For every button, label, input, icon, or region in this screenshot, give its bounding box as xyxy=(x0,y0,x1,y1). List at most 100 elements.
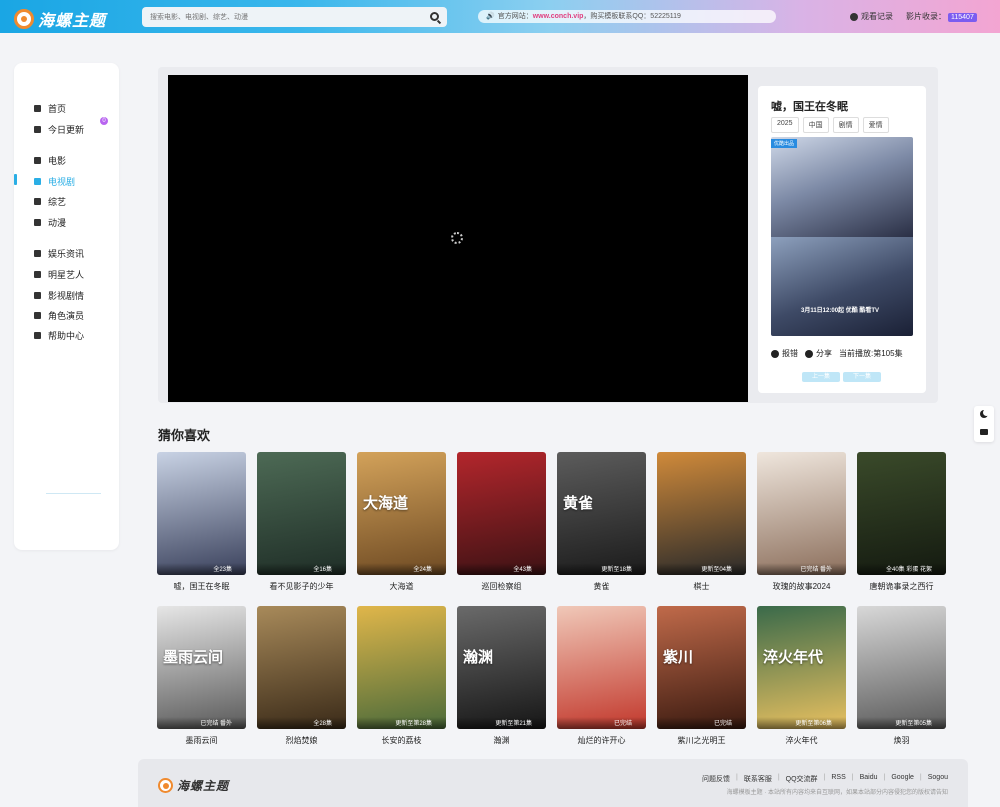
footer-link[interactable]: RSS xyxy=(831,774,845,784)
video-poster[interactable]: 瀚渊 更新至第21集 xyxy=(457,606,546,729)
video-card[interactable]: 已完结 灿烂的许开心 xyxy=(557,606,646,746)
dark-mode-icon[interactable] xyxy=(980,409,990,418)
video-card[interactable]: 瀚渊 更新至第21集 瀚渊 xyxy=(457,606,546,746)
footer-logo-text: 海螺主题 xyxy=(177,779,230,793)
share-button[interactable]: 分享 xyxy=(805,348,832,359)
sidebar-item-home[interactable]: 首页 xyxy=(34,102,66,115)
video-card[interactable]: 全28集烈焰焚娘 xyxy=(257,606,346,746)
episode-status: 全16集 xyxy=(257,563,346,575)
next-episode-button[interactable]: 下一集 xyxy=(843,372,881,382)
video-card[interactable]: 全23集嘘，国王在冬眠 xyxy=(157,452,246,592)
footer-link[interactable]: 联系客服 xyxy=(744,774,772,784)
tag-genre[interactable]: 剧情 xyxy=(832,117,859,133)
video-card[interactable]: 更新至第28集长安的荔枝 xyxy=(357,606,446,746)
video-card[interactable]: 淬火年代 更新至第06集淬火年代 xyxy=(757,606,846,746)
episode-nav: 上一集 下一集 xyxy=(802,372,881,382)
video-poster[interactable]: 已完结 番外 xyxy=(757,452,846,575)
video-title[interactable]: 灿烂的许开心 xyxy=(557,735,646,746)
footer-link[interactable]: Sogou xyxy=(928,774,948,784)
chat-icon[interactable] xyxy=(980,429,988,435)
prev-episode-button[interactable]: 上一集 xyxy=(802,372,840,382)
tag-year[interactable]: 2025 xyxy=(771,117,799,133)
help-icon xyxy=(34,332,41,339)
footer-logo[interactable]: 海螺主题 xyxy=(158,777,229,794)
sidebar-item-news[interactable]: 娱乐资讯 xyxy=(34,247,84,260)
footer-link[interactable]: Google xyxy=(891,774,914,784)
video-card[interactable]: 已完结 番外玫瑰的故事2024 xyxy=(757,452,846,592)
video-title[interactable]: 嘘，国王在冬眠 xyxy=(157,581,246,592)
sidebar-item-label: 首页 xyxy=(48,104,67,114)
video-card[interactable]: 墨雨云间 已完结 番外墨雨云间 xyxy=(157,606,246,746)
poster-title: 瀚渊 xyxy=(463,649,494,666)
video-card[interactable]: 全16集看不见影子的少年 xyxy=(257,452,346,592)
sidebar-item-variety[interactable]: 综艺 xyxy=(34,195,66,208)
video-title[interactable]: 棋士 xyxy=(657,581,746,592)
sidebar-item-anime[interactable]: 动漫 xyxy=(34,216,66,229)
video-card[interactable]: 更新至第05集焕羽 xyxy=(857,606,946,746)
video-title[interactable]: 玫瑰的故事2024 xyxy=(757,581,846,592)
video-poster[interactable]: 全23集 xyxy=(157,452,246,575)
video-title[interactable]: 瀚渊 xyxy=(457,735,546,746)
episode-status: 已完结 xyxy=(657,717,746,729)
video-title[interactable]: 看不见影子的少年 xyxy=(257,581,346,592)
video-poster[interactable]: 黄雀 更新至18集 xyxy=(557,452,646,575)
sidebar-item-today[interactable]: 今日更新 xyxy=(34,123,84,136)
video-title[interactable]: 巡回检察组 xyxy=(457,581,546,592)
site-logo[interactable]: 海螺主题 xyxy=(14,7,106,31)
search-icon[interactable] xyxy=(430,12,439,21)
footer-link[interactable]: 问题反馈 xyxy=(702,774,730,784)
episode-status: 更新至第06集 xyxy=(757,717,846,729)
notice-site-link[interactable]: www.conch.vip xyxy=(533,13,584,20)
separator: | xyxy=(883,774,886,781)
video-title[interactable]: 紫川之光明王 xyxy=(657,735,746,746)
video-title[interactable]: 黄雀 xyxy=(557,581,646,592)
footer-link[interactable]: QQ交流群 xyxy=(786,774,818,784)
video-poster[interactable]: 全16集 xyxy=(257,452,346,575)
sidebar-item-help[interactable]: 帮助中心 xyxy=(34,329,84,342)
video-poster[interactable]: 更新至04集 xyxy=(657,452,746,575)
video-poster[interactable]: 淬火年代 更新至第06集 xyxy=(757,606,846,729)
video-title[interactable]: 淬火年代 xyxy=(757,735,846,746)
sidebar-item-label: 娱乐资讯 xyxy=(48,249,85,259)
film-icon xyxy=(34,157,41,164)
video-title[interactable]: 大海道 xyxy=(357,581,446,592)
video-title[interactable]: 烈焰焚娘 xyxy=(257,735,346,746)
video-card[interactable]: 紫川 已完结紫川之光明王 xyxy=(657,606,746,746)
video-card[interactable]: 全40集 彩蛋 花絮唐朝诡事录之西行 xyxy=(857,452,946,592)
sidebar: 0 首页 今日更新 电影 电视剧 综艺 动漫 娱乐资讯 明星艺人 影视剧情 角色… xyxy=(14,63,119,550)
video-poster[interactable]: 更新至第05集 xyxy=(857,606,946,729)
video-poster[interactable]: 全40集 彩蛋 花絮 xyxy=(857,452,946,575)
video-title[interactable]: 长安的荔枝 xyxy=(357,735,446,746)
video-title[interactable]: 焕羽 xyxy=(857,735,946,746)
report-button[interactable]: 报错 xyxy=(771,348,798,359)
poster-title: 黄雀 xyxy=(563,495,594,512)
video-poster[interactable]: 优酷出品 3月11日12:00起 优酷 酷看TV xyxy=(771,137,913,336)
video-card[interactable]: 黄雀 更新至18集 黄雀 xyxy=(557,452,646,592)
footer-link[interactable]: Baidu xyxy=(860,774,878,784)
video-poster[interactable]: 紫川 已完结 xyxy=(657,606,746,729)
video-poster[interactable]: 全28集 xyxy=(257,606,346,729)
sidebar-item-stars[interactable]: 明星艺人 xyxy=(34,268,84,281)
cat-icon xyxy=(34,219,41,226)
video-card[interactable]: 全43集巡回检察组 xyxy=(457,452,546,592)
video-poster[interactable]: 大海道 全24集 xyxy=(357,452,446,575)
share-label: 分享 xyxy=(816,349,832,358)
tag-region[interactable]: 中国 xyxy=(802,117,829,133)
watch-history-button[interactable]: 观看记录 xyxy=(850,11,893,22)
search-input[interactable] xyxy=(142,7,412,27)
video-card[interactable]: 更新至04集棋士 xyxy=(657,452,746,592)
sidebar-item-roles[interactable]: 角色演员 xyxy=(34,309,84,322)
video-poster[interactable]: 更新至第28集 xyxy=(357,606,446,729)
video-card[interactable]: 大海道 全24集 大海道 xyxy=(357,452,446,592)
video-title[interactable]: 墨雨云间 xyxy=(157,735,246,746)
video-poster[interactable]: 已完结 xyxy=(557,606,646,729)
poster-title: 大海道 xyxy=(363,495,409,512)
video-poster[interactable]: 全43集 xyxy=(457,452,546,575)
tag-genre[interactable]: 爱情 xyxy=(862,117,889,133)
sidebar-item-tv[interactable]: 电视剧 xyxy=(34,175,75,188)
sidebar-item-plots[interactable]: 影视剧情 xyxy=(34,289,84,302)
notice-text-1: 官方网站： xyxy=(497,13,533,20)
sidebar-item-movie[interactable]: 电影 xyxy=(34,154,66,167)
video-title[interactable]: 唐朝诡事录之西行 xyxy=(857,581,946,592)
video-poster[interactable]: 墨雨云间 已完结 番外 xyxy=(157,606,246,729)
